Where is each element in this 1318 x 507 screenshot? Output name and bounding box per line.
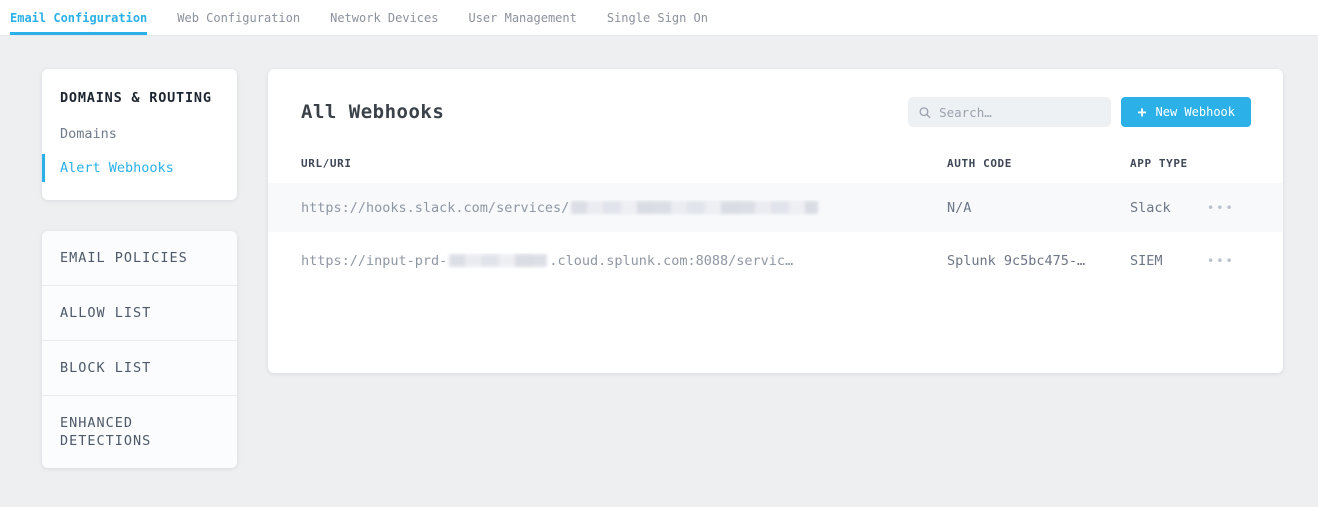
top-navigation: Email Configuration Web Configuration Ne… xyxy=(0,0,1318,36)
sidebar-item-domains[interactable]: Domains xyxy=(42,120,237,148)
url-text: https://input-prd- xyxy=(301,253,447,269)
column-header-url-uri: URL/URI xyxy=(301,157,947,170)
auth-code-value: N/A xyxy=(947,200,1130,216)
page-title: All Webhooks xyxy=(301,101,444,123)
page-layout: DOMAINS & ROUTING Domains Alert Webhooks… xyxy=(0,36,1318,468)
ellipsis-menu-icon[interactable]: ••• xyxy=(1207,199,1235,217)
webhooks-panel: All Webhooks + New Webhook URL/URI AUTH … xyxy=(268,69,1283,373)
column-header-app-type: APP TYPE xyxy=(1130,157,1207,170)
redacted-url-segment xyxy=(449,254,547,267)
tab-user-management[interactable]: User Management xyxy=(468,0,576,35)
domains-routing-card: DOMAINS & ROUTING Domains Alert Webhooks xyxy=(42,69,237,200)
search-box[interactable] xyxy=(908,97,1111,127)
table-header: URL/URI AUTH CODE APP TYPE xyxy=(268,151,1283,183)
auth-code-value: Splunk 9c5bc475-… xyxy=(947,253,1130,269)
ellipsis-menu-icon[interactable]: ••• xyxy=(1207,252,1235,270)
tab-network-devices[interactable]: Network Devices xyxy=(330,0,438,35)
new-webhook-label: New Webhook xyxy=(1156,105,1235,119)
new-webhook-button[interactable]: + New Webhook xyxy=(1121,97,1251,127)
url-text-suffix: .cloud.splunk.com:8088/servic… xyxy=(549,253,793,269)
app-type-value: SIEM xyxy=(1130,253,1207,269)
column-header-auth-code: AUTH CODE xyxy=(947,157,1130,170)
sidebar-item-alert-webhooks[interactable]: Alert Webhooks xyxy=(42,154,237,182)
url-text: https://hooks.slack.com/services/ xyxy=(301,200,569,216)
row-actions: ••• xyxy=(1207,252,1251,270)
table-row-slack-webhook[interactable]: https://hooks.slack.com/services/ N/A Sl… xyxy=(268,183,1283,232)
domains-routing-title: DOMAINS & ROUTING xyxy=(42,90,237,106)
tab-email-configuration[interactable]: Email Configuration xyxy=(10,0,147,35)
app-type-value: Slack xyxy=(1130,200,1207,216)
tab-web-configuration[interactable]: Web Configuration xyxy=(177,0,300,35)
search-icon xyxy=(919,106,931,119)
sidebar-sections-card: EMAIL POLICIES ALLOW LIST BLOCK LIST ENH… xyxy=(42,231,237,468)
webhook-url: https://hooks.slack.com/services/ xyxy=(301,200,947,216)
sidebar-item-enhanced-detections[interactable]: ENHANCED DETECTIONS xyxy=(42,396,237,468)
table-row-splunk-webhook[interactable]: https://input-prd- .cloud.splunk.com:8088… xyxy=(268,232,1283,290)
sidebar-item-block-list[interactable]: BLOCK LIST xyxy=(42,341,237,396)
sidebar-item-allow-list[interactable]: ALLOW LIST xyxy=(42,286,237,341)
plus-icon: + xyxy=(1137,105,1146,120)
search-input[interactable] xyxy=(939,105,1100,120)
sidebar: DOMAINS & ROUTING Domains Alert Webhooks… xyxy=(42,69,237,468)
panel-header: All Webhooks + New Webhook xyxy=(268,69,1283,151)
row-actions: ••• xyxy=(1207,199,1251,217)
sidebar-item-email-policies[interactable]: EMAIL POLICIES xyxy=(42,231,237,286)
webhook-url: https://input-prd- .cloud.splunk.com:8088… xyxy=(301,253,947,269)
redacted-url-segment xyxy=(571,201,818,214)
tab-single-sign-on[interactable]: Single Sign On xyxy=(607,0,708,35)
